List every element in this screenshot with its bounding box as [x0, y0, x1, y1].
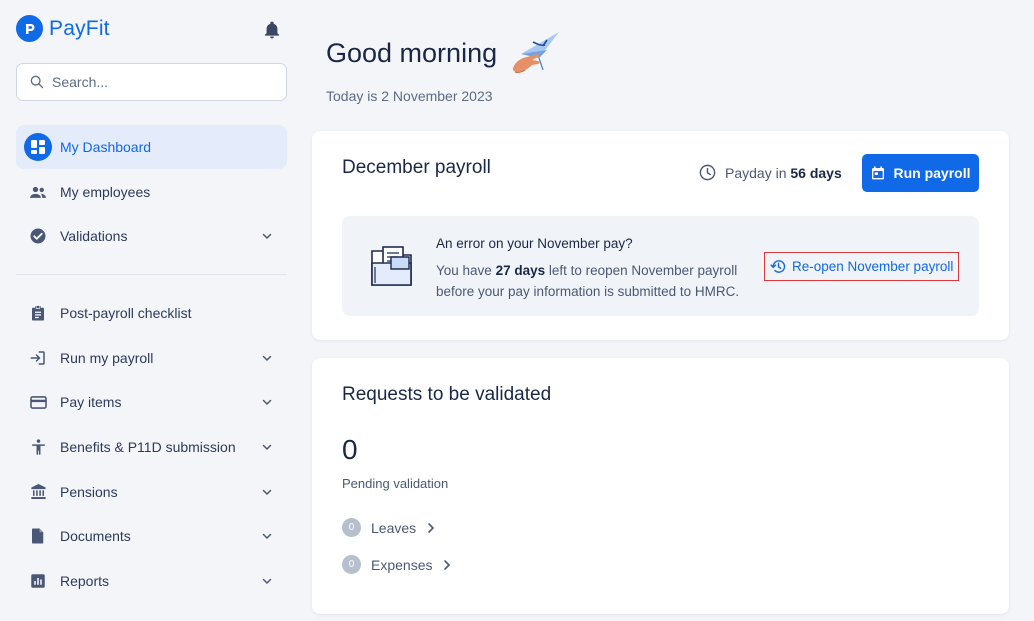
accessibility-icon — [28, 437, 48, 457]
leaves-label: Leaves — [371, 519, 417, 536]
history-icon — [770, 260, 786, 273]
search-box[interactable] — [16, 63, 287, 101]
login-arrow-icon — [28, 348, 48, 368]
nav-item-my-employees[interactable]: My employees — [16, 170, 287, 214]
paper-plane-hand-illustration — [509, 28, 563, 87]
reopen-label: Re-open November payroll — [792, 259, 954, 274]
days-left: 27 days — [495, 263, 546, 278]
brand[interactable]: PayFit — [16, 15, 110, 42]
chevron-down-icon — [262, 355, 272, 361]
nav-item-my-dashboard[interactable]: My Dashboard — [16, 125, 287, 169]
count-badge: 0 — [342, 555, 361, 574]
nav-label: Post-payroll checklist — [60, 305, 192, 321]
nav-item-reports[interactable]: Reports — [16, 559, 287, 603]
requests-card-title: Requests to be validated — [342, 384, 552, 405]
chevron-down-icon — [262, 234, 272, 240]
payfit-logo-icon — [16, 15, 43, 42]
primary-nav: My Dashboard My employees Validations — [16, 125, 287, 259]
nav-label: Validations — [60, 228, 128, 245]
nav-item-post-payroll-checklist[interactable]: Post-payroll checklist — [16, 291, 287, 335]
nav-item-documents[interactable]: Documents — [16, 514, 287, 558]
notice-heading: An error on your November pay? — [436, 236, 633, 251]
dashboard-icon — [24, 133, 52, 161]
nav-label: Pensions — [60, 483, 118, 500]
folder-documents-illustration — [369, 243, 415, 294]
reopen-november-payroll-link[interactable]: Re-open November payroll — [764, 252, 960, 281]
payroll-card-title: December payroll — [342, 157, 491, 178]
calendar-icon — [872, 166, 885, 180]
clock-icon — [699, 164, 716, 181]
page-title: Good morning — [326, 38, 498, 68]
notifications-bell-icon[interactable] — [262, 20, 282, 40]
sidebar: PayFit My Dashboard My employees Validat… — [0, 0, 302, 621]
leaves-row[interactable]: 0 Leaves — [342, 518, 436, 537]
bar-chart-icon — [28, 571, 48, 591]
today-date: Today is 2 November 2023 — [326, 88, 493, 104]
payday-info: Payday in 56 days — [698, 163, 842, 182]
expenses-row[interactable]: 0 Expenses — [342, 555, 452, 574]
nav-label: Benefits & P11D submission — [60, 439, 236, 456]
nav-item-validations[interactable]: Validations — [16, 214, 287, 258]
pending-label: Pending validation — [342, 476, 449, 491]
nav-divider — [16, 274, 287, 275]
clipboard-icon — [28, 303, 48, 323]
check-circle-icon — [28, 226, 48, 246]
nav-item-benefits-p11d[interactable]: Benefits & P11D submission — [16, 425, 287, 469]
credit-card-icon — [28, 392, 48, 412]
requests-card: Requests to be validated 0 Pending valid… — [312, 358, 1009, 614]
pending-count: 0 — [342, 434, 358, 465]
nav-label: My employees — [60, 183, 151, 200]
count-badge: 0 — [342, 518, 361, 537]
chevron-down-icon — [262, 578, 272, 585]
payday-days: 56 days — [790, 164, 842, 181]
brand-name: PayFit — [49, 16, 110, 40]
notice-body: You have 27 days left to reopen November… — [436, 263, 740, 299]
expenses-label: Expenses — [371, 556, 433, 573]
chevron-right-icon — [444, 559, 451, 570]
payday-label: Payday in 56 days — [725, 164, 842, 181]
nav-item-pay-items[interactable]: Pay items — [16, 380, 287, 424]
chevron-down-icon — [262, 400, 272, 406]
people-icon — [28, 182, 48, 202]
chevron-down-icon — [262, 489, 272, 495]
run-payroll-label: Run payroll — [893, 165, 971, 181]
nav-label: Reports — [60, 573, 110, 590]
secondary-nav: Post-payroll checklist Run my payroll Pa… — [16, 291, 287, 604]
chevron-right-icon — [428, 522, 435, 533]
nav-item-pensions[interactable]: Pensions — [16, 470, 287, 514]
search-icon — [30, 75, 44, 89]
nav-label: My Dashboard — [60, 139, 152, 155]
search-input[interactable] — [52, 74, 272, 90]
payroll-card: December payroll Payday in 56 days Run p… — [312, 131, 1009, 340]
nav-item-run-my-payroll[interactable]: Run my payroll — [16, 336, 287, 380]
bank-icon — [28, 482, 48, 502]
nav-label: Run my payroll — [60, 349, 154, 366]
chevron-down-icon — [262, 444, 272, 451]
reopen-notice: An error on your November pay? You have … — [342, 216, 979, 316]
chevron-down-icon — [262, 534, 272, 540]
document-icon — [28, 526, 48, 546]
run-payroll-button[interactable]: Run payroll — [862, 154, 979, 192]
nav-label: Pay items — [60, 394, 122, 411]
nav-label: Documents — [60, 528, 131, 545]
